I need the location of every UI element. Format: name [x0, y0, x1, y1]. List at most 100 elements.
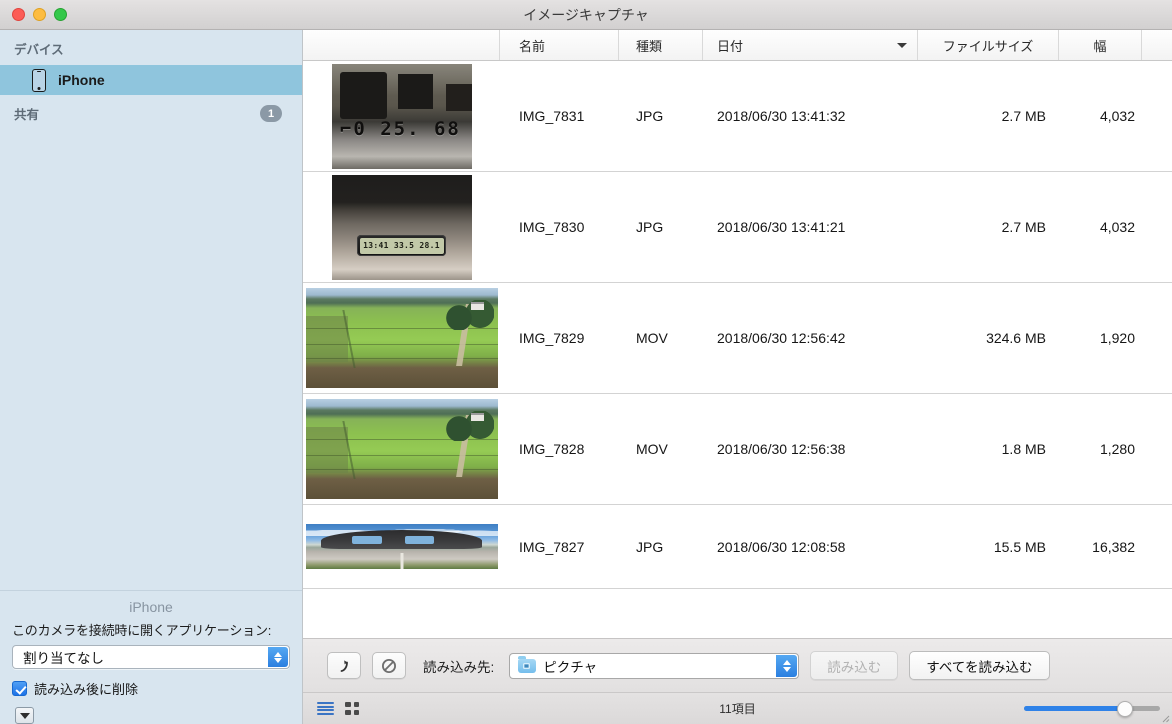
- grid-view-icon[interactable]: [345, 702, 359, 715]
- column-header-name[interactable]: 名前: [500, 30, 619, 60]
- list-view-line: [317, 702, 334, 704]
- table-row[interactable]: IMG_7828 MOV 2018/06/30 12:56:38 1.8 MB …: [303, 394, 1172, 505]
- row-date: 2018/06/30 12:56:38: [703, 441, 918, 457]
- status-bar: 11項目: [303, 692, 1172, 724]
- row-thumbnail[interactable]: [303, 172, 500, 282]
- thumb-detail: [306, 358, 498, 359]
- close-button[interactable]: [12, 8, 25, 21]
- thumb-detail: [405, 536, 434, 544]
- row-date: 2018/06/30 12:08:58: [703, 539, 918, 555]
- zoom-button[interactable]: [54, 8, 67, 21]
- open-app-select-value: 割り当てなし: [23, 647, 104, 667]
- destination-select-stepper[interactable]: [776, 655, 797, 677]
- sidebar-section-devices: デバイス: [0, 30, 302, 65]
- table-row[interactable]: IMG_7827 JPG 2018/06/30 12:08:58 15.5 MB…: [303, 505, 1172, 589]
- chevron-down-icon: [274, 658, 282, 663]
- table-row[interactable]: IMG_7831 JPG 2018/06/30 13:41:32 2.7 MB …: [303, 61, 1172, 172]
- sidebar-device-options: iPhone このカメラを接続時に開くアプリケーション: 割り当てなし 読み込み…: [0, 590, 302, 724]
- grid-cell: [345, 702, 351, 707]
- destination-select[interactable]: ピクチャ: [509, 653, 799, 679]
- row-kind: MOV: [619, 330, 703, 346]
- thumb-detail: [306, 455, 498, 456]
- import-all-button-label: すべてを読み込む: [926, 656, 1032, 676]
- file-list[interactable]: IMG_7831 JPG 2018/06/30 13:41:32 2.7 MB …: [303, 61, 1172, 638]
- minimize-button[interactable]: [33, 8, 46, 21]
- import-all-button[interactable]: すべてを読み込む: [909, 651, 1049, 680]
- sidebar-section-shared[interactable]: 共有 1: [0, 95, 302, 130]
- column-header-filesize-label: ファイルサイズ: [943, 36, 1034, 55]
- sidebar-device-title: iPhone: [12, 597, 290, 620]
- row-kind: JPG: [619, 539, 703, 555]
- delete-button[interactable]: [372, 652, 406, 679]
- thumb-detail: [306, 316, 348, 362]
- rotate-button[interactable]: [327, 652, 361, 679]
- thumb-detail: [444, 300, 494, 330]
- thumbnail-image: [306, 524, 498, 569]
- view-toggles: [317, 702, 359, 715]
- row-thumbnail[interactable]: [303, 394, 500, 504]
- table-row[interactable]: IMG_7830 JPG 2018/06/30 13:41:21 2.7 MB …: [303, 172, 1172, 283]
- row-name: IMG_7828: [500, 441, 619, 457]
- import-button[interactable]: 読み込む: [810, 651, 898, 680]
- column-header-thumbnail[interactable]: [303, 30, 500, 60]
- window-controls: [12, 8, 67, 21]
- window-body: デバイス iPhone 共有 1 iPhone このカメラを接続時に開くアプリケ…: [0, 30, 1172, 724]
- thumb-detail: [306, 469, 498, 470]
- slider-fill: [1024, 706, 1125, 711]
- row-date: 2018/06/30 13:41:21: [703, 219, 918, 235]
- image-capture-window: イメージキャプチャ デバイス iPhone 共有 1 iPhone このカメラを…: [0, 0, 1172, 724]
- sidebar-section-devices-label: デバイス: [14, 39, 64, 58]
- column-header-kind[interactable]: 種類: [619, 30, 703, 60]
- slider-knob[interactable]: [1117, 701, 1133, 717]
- delete-after-import-checkbox[interactable]: 読み込み後に削除: [12, 679, 290, 698]
- triangle-down-icon: [20, 713, 30, 719]
- prohibit-icon: [381, 658, 397, 674]
- pictures-folder-icon: [518, 659, 536, 673]
- destination-select-value: ピクチャ: [543, 656, 597, 676]
- open-app-label: このカメラを接続時に開くアプリケーション:: [12, 620, 290, 639]
- shared-count-badge: 1: [260, 105, 282, 122]
- grid-cell: [345, 710, 351, 715]
- column-header-width[interactable]: 幅: [1059, 30, 1142, 60]
- sidebar-section-shared-label: 共有: [14, 104, 39, 123]
- sidebar-item-iphone[interactable]: iPhone: [0, 65, 302, 95]
- table-header: 名前 種類 日付 ファイルサイズ 幅: [303, 30, 1172, 61]
- import-toolbar: 読み込み先: ピクチャ 読み込む すべてを読み込む: [303, 638, 1172, 692]
- thumb-detail: [306, 344, 498, 345]
- column-header-date-label: 日付: [717, 36, 743, 55]
- list-view-line: [317, 713, 334, 715]
- row-name: IMG_7830: [500, 219, 619, 235]
- row-thumbnail[interactable]: [303, 61, 500, 171]
- open-app-select-stepper[interactable]: [268, 647, 288, 667]
- row-name: IMG_7827: [500, 539, 619, 555]
- open-app-select[interactable]: 割り当てなし: [12, 645, 290, 669]
- checkmark-icon: [12, 681, 27, 696]
- row-filesize: 324.6 MB: [918, 330, 1059, 346]
- row-name: IMG_7829: [500, 330, 619, 346]
- sidebar-disclosure-button[interactable]: [15, 707, 34, 724]
- column-header-kind-label: 種類: [636, 36, 662, 55]
- row-filesize: 1.8 MB: [918, 441, 1059, 457]
- chevron-up-icon: [274, 652, 282, 657]
- main-pane: 名前 種類 日付 ファイルサイズ 幅: [303, 30, 1172, 724]
- title-bar: イメージキャプチャ: [0, 0, 1172, 30]
- thumbnail-image: [332, 64, 472, 169]
- thumbnail-size-slider[interactable]: [1024, 702, 1160, 716]
- list-view-icon[interactable]: [317, 702, 334, 715]
- column-header-filesize[interactable]: ファイルサイズ: [918, 30, 1059, 60]
- row-name: IMG_7831: [500, 108, 619, 124]
- column-header-date[interactable]: 日付: [703, 30, 918, 60]
- row-thumbnail[interactable]: [303, 283, 500, 393]
- chevron-down-icon: [783, 667, 791, 672]
- column-header-filler: [1142, 30, 1172, 60]
- resize-grip-icon[interactable]: [1158, 711, 1170, 723]
- sidebar-item-iphone-label: iPhone: [58, 72, 105, 88]
- list-view-line: [317, 706, 334, 708]
- delete-after-import-label: 読み込み後に削除: [34, 679, 138, 698]
- row-date: 2018/06/30 12:56:42: [703, 330, 918, 346]
- column-header-name-label: 名前: [519, 36, 545, 55]
- window-title: イメージキャプチャ: [0, 0, 1172, 29]
- row-thumbnail[interactable]: [303, 505, 500, 588]
- table-row[interactable]: IMG_7829 MOV 2018/06/30 12:56:42 324.6 M…: [303, 283, 1172, 394]
- thumbnail-image: [332, 175, 472, 280]
